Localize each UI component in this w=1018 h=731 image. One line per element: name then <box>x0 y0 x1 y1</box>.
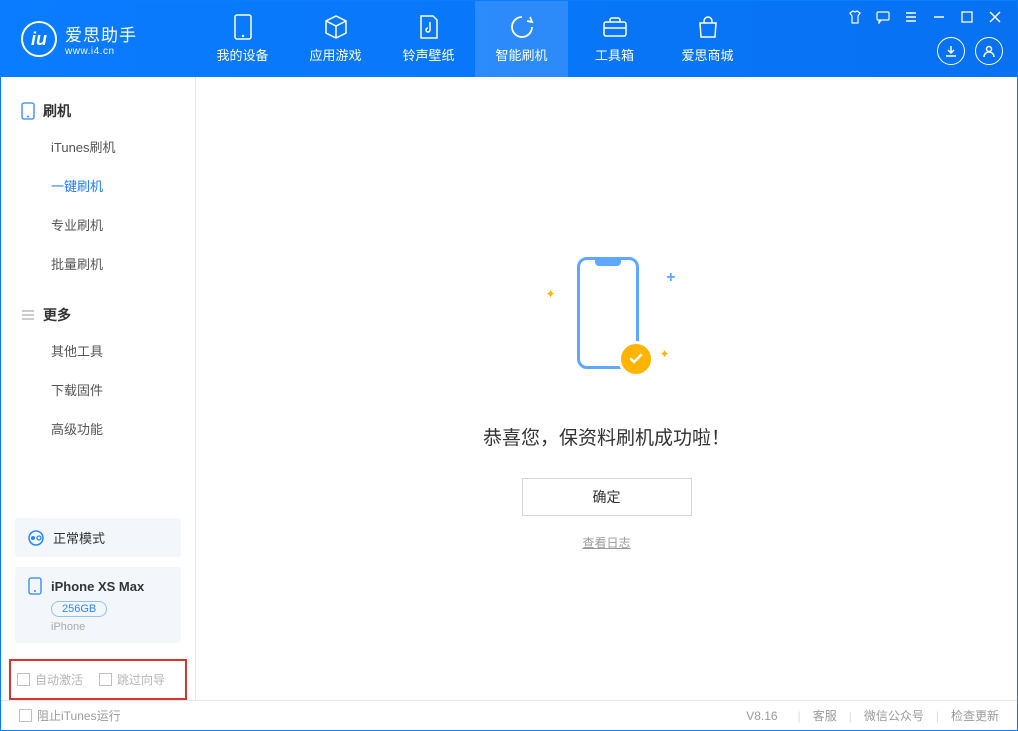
sidebar-item-onekey-flash[interactable]: 一键刷机 <box>21 166 175 205</box>
footer-left: 阻止iTunes运行 <box>19 707 121 724</box>
sidebar-item-advanced[interactable]: 高级功能 <box>21 409 175 448</box>
footer-link-support[interactable]: 客服 <box>813 707 837 724</box>
checkbox-label: 跳过向导 <box>117 671 165 688</box>
sidebar-items-more: 其他工具 下载固件 高级功能 <box>21 331 175 448</box>
workspace: 刷机 iTunes刷机 一键刷机 专业刷机 批量刷机 更多 其他工具 下载固件 … <box>1 77 1017 700</box>
nav-my-device[interactable]: 我的设备 <box>196 1 289 77</box>
nav-store[interactable]: 爱思商城 <box>661 1 754 77</box>
sidebar-group-more: 更多 其他工具 下载固件 高级功能 <box>1 299 195 448</box>
nav-label: 爱思商城 <box>681 45 733 64</box>
close-button[interactable] <box>987 9 1003 25</box>
mode-icon <box>27 529 45 547</box>
minimize-button[interactable] <box>931 9 947 25</box>
nav-label: 应用游戏 <box>309 45 361 64</box>
maximize-button[interactable] <box>959 9 975 25</box>
checkbox-block-itunes[interactable]: 阻止iTunes运行 <box>19 707 121 724</box>
footer: 阻止iTunes运行 V8.16 | 客服 | 微信公众号 | 检查更新 <box>1 700 1017 730</box>
checkmark-badge-icon <box>618 341 654 377</box>
device-top-row: iPhone XS Max <box>27 577 169 595</box>
success-message: 恭喜您，保资料刷机成功啦！ <box>483 423 730 450</box>
sparkle-icon: ✦ <box>546 287 556 301</box>
sparkle-icon: ✦ <box>659 347 669 361</box>
list-icon <box>21 308 35 322</box>
nav-label: 智能刷机 <box>495 45 547 64</box>
nav-smart-flash[interactable]: 智能刷机 <box>475 1 568 77</box>
music-file-icon <box>416 14 442 40</box>
phone-notch <box>595 260 621 266</box>
checkbox-row-highlight: 自动激活 跳过向导 <box>9 659 187 700</box>
checkbox-icon <box>17 673 30 686</box>
menu-icon[interactable] <box>903 9 919 25</box>
brand-url: www.i4.cn <box>65 46 137 57</box>
phone-icon <box>230 14 256 40</box>
nav-apps-games[interactable]: 应用游戏 <box>289 1 382 77</box>
logo-area: iu 爱思助手 www.i4.cn <box>1 21 196 57</box>
sidebar-header-flash: 刷机 <box>21 101 175 121</box>
footer-link-update[interactable]: 检查更新 <box>951 707 999 724</box>
main-content: ✦ + ✦ 恭喜您，保资料刷机成功啦！ 确定 查看日志 <box>196 77 1017 700</box>
sidebar-item-batch-flash[interactable]: 批量刷机 <box>21 244 175 283</box>
cube-icon <box>323 14 349 40</box>
divider: | <box>849 709 852 723</box>
refresh-shield-icon <box>509 14 535 40</box>
device-icon <box>27 577 43 595</box>
ok-button[interactable]: 确定 <box>522 478 692 516</box>
brand-name: 爱思助手 <box>65 21 137 46</box>
header-right <box>847 1 1003 77</box>
footer-link-wechat[interactable]: 微信公众号 <box>864 707 924 724</box>
checkbox-label: 自动激活 <box>35 671 83 688</box>
shirt-icon[interactable] <box>847 9 863 25</box>
sidebar-header-more: 更多 <box>21 305 175 325</box>
divider: | <box>798 709 801 723</box>
device-name: iPhone XS Max <box>51 579 144 594</box>
sidebar-item-itunes-flash[interactable]: iTunes刷机 <box>21 127 175 166</box>
app-header: iu 爱思助手 www.i4.cn 我的设备 应用游戏 铃声壁纸 智能刷机 工具… <box>1 1 1017 77</box>
header-action-buttons <box>937 37 1003 65</box>
window-controls <box>847 9 1003 25</box>
sidebar: 刷机 iTunes刷机 一键刷机 专业刷机 批量刷机 更多 其他工具 下载固件 … <box>1 77 196 700</box>
success-illustration: ✦ + ✦ <box>542 257 672 397</box>
mode-box[interactable]: 正常模式 <box>15 518 181 557</box>
sidebar-item-download-firmware[interactable]: 下载固件 <box>21 370 175 409</box>
nav-label: 我的设备 <box>216 45 268 64</box>
device-type: iPhone <box>51 621 169 633</box>
sidebar-item-other-tools[interactable]: 其他工具 <box>21 331 175 370</box>
logo-icon: iu <box>21 21 57 57</box>
brand-text: 爱思助手 www.i4.cn <box>65 21 137 57</box>
nav-label: 工具箱 <box>595 45 634 64</box>
checkbox-skip-wizard[interactable]: 跳过向导 <box>99 671 165 688</box>
device-box[interactable]: iPhone XS Max 256GB iPhone <box>15 567 181 643</box>
sidebar-title: 更多 <box>43 305 71 325</box>
top-nav: 我的设备 应用游戏 铃声壁纸 智能刷机 工具箱 爱思商城 <box>196 1 754 77</box>
checkbox-icon <box>99 673 112 686</box>
sidebar-item-pro-flash[interactable]: 专业刷机 <box>21 205 175 244</box>
checkbox-auto-activate[interactable]: 自动激活 <box>17 671 83 688</box>
sidebar-items-flash: iTunes刷机 一键刷机 专业刷机 批量刷机 <box>21 127 175 283</box>
checkbox-label: 阻止iTunes运行 <box>37 707 121 724</box>
sidebar-title: 刷机 <box>43 101 71 121</box>
sidebar-group-flash: 刷机 iTunes刷机 一键刷机 专业刷机 批量刷机 <box>1 95 195 283</box>
sidebar-spacer <box>1 448 195 518</box>
mode-label: 正常模式 <box>53 528 105 547</box>
feedback-icon[interactable] <box>875 9 891 25</box>
plus-icon: + <box>666 269 675 287</box>
device-icon <box>21 102 35 120</box>
nav-ringtones-wallpapers[interactable]: 铃声壁纸 <box>382 1 475 77</box>
view-log-link[interactable]: 查看日志 <box>582 534 630 551</box>
nav-label: 铃声壁纸 <box>402 45 454 64</box>
download-button[interactable] <box>937 37 965 65</box>
user-button[interactable] <box>975 37 1003 65</box>
version-label: V8.16 <box>746 709 777 723</box>
device-capacity: 256GB <box>51 601 107 617</box>
footer-right: V8.16 | 客服 | 微信公众号 | 检查更新 <box>746 707 999 724</box>
divider: | <box>936 709 939 723</box>
checkbox-icon <box>19 709 32 722</box>
bag-icon <box>695 14 721 40</box>
nav-toolbox[interactable]: 工具箱 <box>568 1 661 77</box>
toolbox-icon <box>602 14 628 40</box>
